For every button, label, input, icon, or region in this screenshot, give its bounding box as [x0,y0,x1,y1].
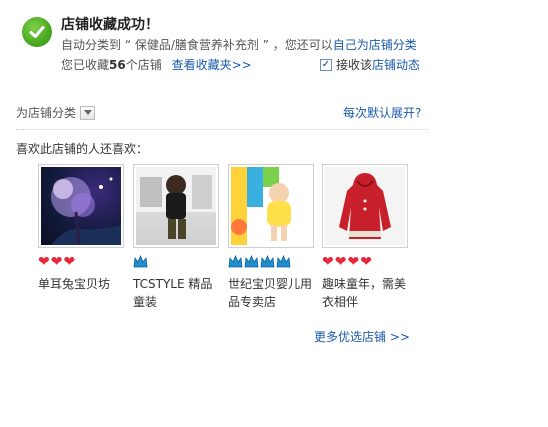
shop-card-3[interactable]: 世纪宝贝婴儿用品专卖店 [228,164,314,311]
shop-name[interactable]: 世纪宝贝婴儿用品专卖店 [228,275,314,311]
crown-icon [260,255,275,268]
divider [16,129,428,130]
shop-rating: ❤ ❤ ❤ [38,254,124,270]
categorize-shop: 为店铺分类 [16,104,96,121]
success-title: 店铺收藏成功！ [61,17,159,33]
shop-card-2[interactable]: TCSTYLE 精品童装 [133,164,219,311]
checkmark-icon [29,26,45,38]
shop-card-4[interactable]: ❤ ❤ ❤ ❤ 趣味童年，需美衣相伴 [322,164,408,311]
shop-name[interactable]: 趣味童年，需美衣相伴 [322,275,408,311]
shop-rating [228,254,314,270]
count-suffix: 个店铺 [125,58,162,72]
shop-thumbnail[interactable] [228,164,314,248]
heart-icon: ❤ [50,254,63,270]
favorites-count: 56 [109,58,126,72]
heart-icon: ❤ [334,254,347,270]
heart-icon: ❤ [63,254,76,270]
auto-category-text: 自动分类到 “ 保健品/膳食营养补充剂 ” ，您还可以 [61,38,333,52]
shop-image-night-tree [41,167,121,245]
crown-icon [276,255,291,268]
crown-icon [244,255,259,268]
view-favorites-link[interactable]: 查看收藏夹>> [172,58,252,72]
crown-icon [228,255,243,268]
heart-icon: ❤ [360,254,372,270]
child-photo-image [136,167,216,239]
shop-image-baby-yellow [231,167,311,245]
crown-icon [133,255,148,268]
heart-icon: ❤ [322,254,334,270]
shop-image-red-coat [325,167,405,245]
shop-name[interactable]: TCSTYLE 精品童装 [133,275,219,311]
subscribe-shop-updates[interactable]: ✓ 接收该 店铺动态 [320,56,420,73]
shop-card-1[interactable]: ❤ ❤ ❤ 单耳兔宝贝坊 [38,164,124,293]
shop-image-child-back [136,167,216,245]
favorites-count-line: 您已收藏56个店铺 查看收藏夹>> [61,56,252,73]
subscribe-checkbox[interactable]: ✓ [320,58,332,71]
shop-rating [133,254,219,270]
subscribe-label: 接收该 [336,58,373,72]
self-categorize-link[interactable]: 自己为店铺分类 [333,38,417,52]
red-coat-image [339,173,391,239]
auto-category-message: 自动分类到 “ 保健品/膳食营养补充剂 ” ，您还可以自己为店铺分类 [61,36,417,53]
shop-name[interactable]: 单耳兔宝贝坊 [38,275,124,293]
shop-thumbnail[interactable] [38,164,124,248]
shop-thumbnail[interactable] [133,164,219,248]
shop-updates-link[interactable]: 店铺动态 [372,56,420,73]
success-check-icon [22,17,52,47]
shop-thumbnail[interactable] [322,164,408,248]
default-expand-link[interactable]: 每次默认展开? [343,104,421,121]
chevron-down-icon [83,110,92,115]
night-tree-image [51,177,121,245]
heart-icon: ❤ [347,254,360,270]
more-shops-link[interactable]: 更多优选店铺 >> [314,328,410,345]
category-dropdown-button[interactable] [80,105,96,120]
recommend-heading: 喜欢此店铺的人还喜欢： [16,142,149,156]
count-prefix: 您已收藏 [61,58,110,72]
heart-icon: ❤ [38,254,50,270]
categorize-label: 为店铺分类 [16,106,77,120]
shop-rating: ❤ ❤ ❤ ❤ [322,254,408,270]
baby-photo-image [231,167,291,245]
